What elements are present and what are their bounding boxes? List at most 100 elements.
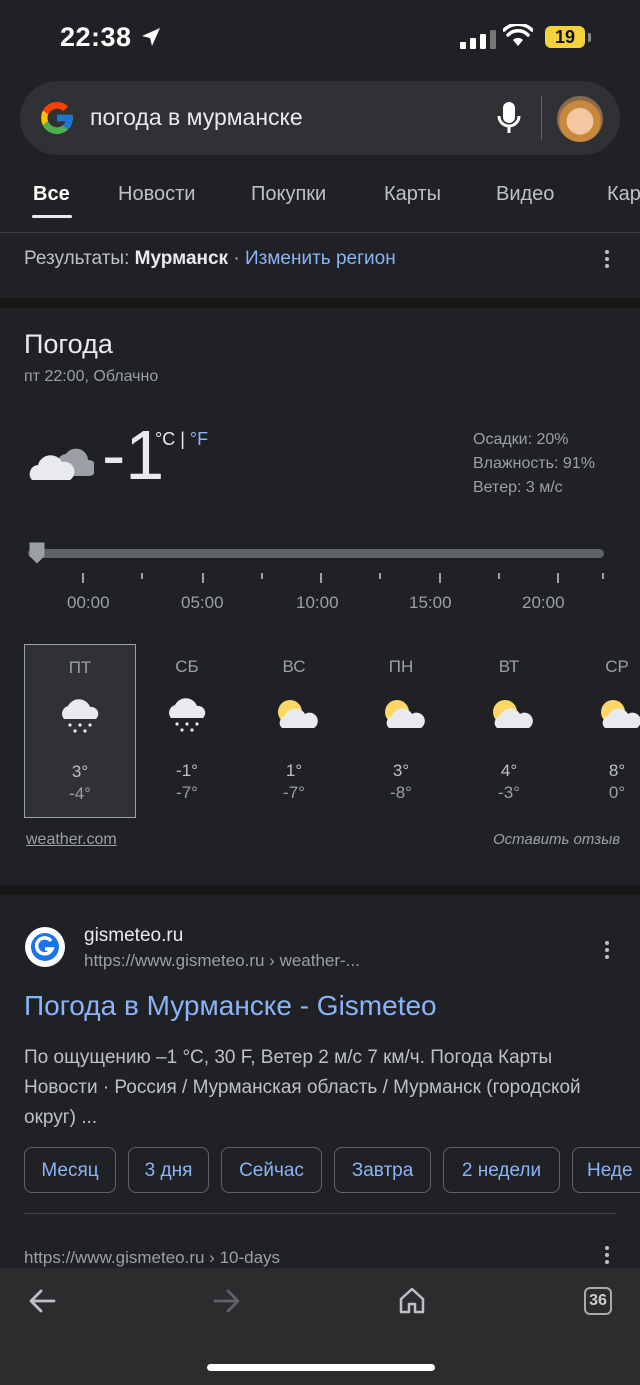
unit-separator: | bbox=[180, 429, 185, 449]
tab-all[interactable]: Все bbox=[33, 183, 70, 206]
snow-cloud-icon bbox=[169, 698, 206, 732]
day-high: 3° bbox=[71, 762, 89, 781]
hour-slider-thumb[interactable] bbox=[25, 541, 49, 565]
day-low: 0° bbox=[608, 783, 626, 802]
region-menu-icon[interactable] bbox=[604, 247, 610, 271]
day-name: ПН bbox=[388, 657, 414, 676]
day-low: -7° bbox=[176, 783, 198, 802]
slider-tick bbox=[141, 573, 143, 579]
home-indicator bbox=[207, 1364, 435, 1371]
wind: Ветер: 3 м/с bbox=[473, 479, 563, 496]
time-label: 15:00 bbox=[409, 593, 452, 612]
temperature-units: °C | °F bbox=[155, 429, 208, 450]
day-forecast[interactable]: ВТ 4° -3° bbox=[454, 644, 564, 816]
avatar[interactable] bbox=[557, 96, 603, 142]
slider-tick bbox=[261, 573, 263, 579]
day-forecast[interactable]: СР 8° 0° bbox=[562, 644, 640, 816]
region-line: Результаты: Мурманск · Изменить регион bbox=[24, 248, 396, 270]
day-low: -7° bbox=[283, 783, 305, 802]
chip-tomorrow[interactable]: Завтра bbox=[334, 1147, 431, 1193]
section-separator bbox=[0, 298, 640, 308]
slider-tick bbox=[498, 573, 500, 579]
cloudy-icon bbox=[29, 448, 94, 480]
gismeteo-favicon bbox=[25, 927, 65, 967]
section-separator bbox=[0, 885, 640, 895]
tab-video[interactable]: Видео bbox=[496, 183, 554, 206]
unit-celsius[interactable]: °C bbox=[155, 429, 175, 449]
result-site-name[interactable]: gismeteo.ru bbox=[84, 925, 183, 947]
day-high: 3° bbox=[392, 761, 410, 780]
slider-tick bbox=[602, 573, 604, 579]
time-label: 05:00 bbox=[181, 593, 224, 612]
tab-shopping[interactable]: Покупки bbox=[251, 183, 326, 206]
battery-level: 19 bbox=[554, 27, 576, 47]
feedback-link[interactable]: Оставить отзыв bbox=[493, 831, 620, 848]
tabs-divider bbox=[0, 232, 640, 233]
battery-tip bbox=[588, 33, 591, 42]
partly-sunny-icon bbox=[385, 700, 425, 728]
slider-tick bbox=[379, 573, 381, 579]
result2-menu-icon[interactable] bbox=[604, 1243, 610, 1267]
result-snippet: По ощущению –1 °C, 30 F, Ветер 2 м/с 7 к… bbox=[24, 1047, 581, 1128]
day-forecast[interactable]: СБ -1° -7° bbox=[132, 644, 242, 816]
weather-details: Осадки: 20% Влажность: 91% Ветер: 3 м/с bbox=[473, 428, 595, 500]
day-forecast[interactable]: ВС 1° -7° bbox=[239, 644, 349, 816]
day-high: -1° bbox=[176, 761, 198, 780]
time-label: 20:00 bbox=[522, 593, 565, 612]
result-url-2[interactable]: https://www.gismeteo.ru › 10-days bbox=[24, 1248, 280, 1268]
chip-week[interactable]: Неде bbox=[572, 1147, 640, 1193]
tab-switcher-button[interactable]: 36 bbox=[584, 1287, 612, 1315]
cell-signal-icon bbox=[460, 30, 496, 49]
weather-source-link[interactable]: weather.com bbox=[26, 831, 117, 849]
day-forecast[interactable]: ПН 3° -8° bbox=[346, 644, 456, 816]
tab-more[interactable]: Кар bbox=[607, 183, 640, 206]
chip-2-weeks[interactable]: 2 недели bbox=[443, 1147, 560, 1193]
result-divider bbox=[24, 1213, 616, 1214]
day-low: -4° bbox=[69, 784, 91, 803]
snow-cloud-icon bbox=[62, 699, 99, 733]
tab-maps[interactable]: Карты bbox=[384, 183, 441, 206]
day-high: 1° bbox=[285, 761, 303, 780]
battery-indicator: 19 bbox=[545, 26, 585, 48]
tab-active-underline bbox=[32, 215, 72, 218]
result-menu-icon[interactable] bbox=[604, 938, 610, 962]
weather-title: Погода bbox=[24, 329, 113, 359]
time-label: 00:00 bbox=[67, 593, 110, 612]
chip-month[interactable]: Месяц bbox=[24, 1147, 116, 1193]
chip-3-days[interactable]: 3 дня bbox=[128, 1147, 209, 1193]
status-time: 22:38 bbox=[60, 22, 132, 52]
region-city: Мурманск bbox=[134, 248, 229, 269]
back-arrow-icon[interactable] bbox=[28, 1288, 56, 1314]
partly-sunny-icon bbox=[601, 700, 640, 728]
partly-sunny-icon bbox=[278, 700, 318, 728]
day-name: СБ bbox=[175, 657, 199, 676]
partly-sunny-icon bbox=[493, 700, 533, 728]
forward-arrow-icon[interactable] bbox=[213, 1288, 241, 1314]
time-label: 10:00 bbox=[296, 593, 339, 612]
day-forecast[interactable]: ПТ 3° -4° bbox=[24, 644, 136, 818]
slider-tick bbox=[82, 573, 84, 583]
day-name: ВТ bbox=[498, 657, 520, 676]
result-url[interactable]: https://www.gismeteo.ru › weather-... bbox=[84, 951, 360, 971]
change-region-link[interactable]: Изменить регион bbox=[245, 248, 396, 269]
day-name: ВС bbox=[282, 657, 306, 676]
wifi-icon bbox=[503, 24, 533, 46]
day-name: ПТ bbox=[68, 658, 92, 677]
microphone-icon[interactable] bbox=[495, 100, 523, 136]
slider-tick bbox=[439, 573, 441, 583]
home-icon[interactable] bbox=[398, 1286, 426, 1314]
region-prefix: Результаты: bbox=[24, 248, 130, 269]
hour-slider-track[interactable] bbox=[28, 549, 604, 558]
chip-now[interactable]: Сейчас bbox=[221, 1147, 322, 1193]
slider-tick bbox=[557, 573, 559, 583]
search-input[interactable]: погода в мурманске bbox=[90, 104, 303, 131]
slider-tick bbox=[202, 573, 204, 583]
humidity: Влажность: 91% bbox=[473, 455, 595, 472]
day-name: СР bbox=[605, 657, 629, 676]
google-logo-icon bbox=[41, 102, 73, 134]
tab-news[interactable]: Новости bbox=[118, 183, 195, 206]
slider-tick bbox=[320, 573, 322, 583]
result-title[interactable]: Погода в Мурманске - Gismeteo bbox=[24, 990, 437, 1022]
unit-fahrenheit[interactable]: °F bbox=[190, 429, 208, 449]
region-dot: · bbox=[233, 248, 240, 269]
